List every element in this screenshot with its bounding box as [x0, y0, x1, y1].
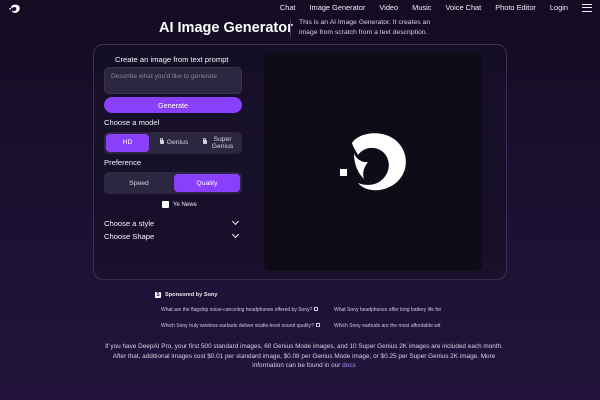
- sponsored-ad[interactable]: Which Sony truly wireless earbuds delive…: [161, 323, 321, 329]
- prompt-input[interactable]: [105, 68, 241, 93]
- model-option-hd[interactable]: HD: [106, 134, 149, 152]
- nav-video[interactable]: Video: [379, 3, 398, 12]
- ad-text: What are the flagship noise-canceling he…: [161, 307, 313, 313]
- lock-icon: [202, 137, 207, 144]
- sponsor-icon: S: [155, 292, 161, 298]
- sponsored-ad[interactable]: What Sony headphones offer long battery …: [334, 307, 444, 313]
- chevron-down-icon: [231, 217, 240, 226]
- preference-selector: Speed Quality: [104, 172, 242, 194]
- ad-text: What Sony headphones offer long battery …: [334, 307, 442, 313]
- sponsored-ad[interactable]: Which Sony earbuds are the most affordab…: [334, 323, 444, 329]
- external-link-icon: [315, 323, 320, 327]
- ad-text: Which Sony truly wireless earbuds delive…: [161, 323, 314, 329]
- deepai-logo-icon[interactable]: [9, 4, 21, 14]
- ye-newe-checkbox[interactable]: [162, 201, 169, 208]
- hamburger-menu-icon[interactable]: [582, 3, 592, 12]
- ye-newe-row: Ye Newe: [162, 201, 197, 208]
- preference-heading: Preference: [104, 158, 142, 167]
- prompt-heading: Create an image from text prompt: [115, 55, 229, 64]
- page-title: AI Image Generator: [159, 20, 293, 36]
- nav-photo-editor[interactable]: Photo Editor: [495, 3, 536, 12]
- model-option-genius[interactable]: Genius: [153, 134, 195, 152]
- page-subtitle: This is an AI Image Generator. It create…: [299, 19, 431, 36]
- nav-chat[interactable]: Chat: [280, 3, 296, 12]
- title-divider: [290, 19, 291, 37]
- ad-text: Which Sony earbuds are the most affordab…: [334, 323, 441, 329]
- model-option-label: HD: [122, 139, 133, 147]
- model-option-label: Super Genius: [211, 135, 234, 151]
- pricing-info: If you have DeepAI Pro, your first 500 s…: [98, 342, 510, 371]
- deepai-logo-icon: [340, 133, 406, 191]
- sponsored-heading: S Sponsored by Sony: [155, 292, 218, 298]
- external-link-icon: [314, 307, 319, 311]
- nav-music[interactable]: Music: [412, 3, 431, 12]
- prompt-box: [104, 67, 242, 94]
- model-option-super-genius[interactable]: Super Genius: [198, 134, 240, 152]
- style-label: Choose a style: [104, 218, 155, 228]
- preference-option-quality[interactable]: Quality: [174, 174, 240, 192]
- model-heading: Choose a model: [104, 118, 160, 127]
- nav-login[interactable]: Login: [550, 3, 568, 12]
- lock-icon: [159, 137, 164, 144]
- choose-style-dropdown[interactable]: Choose a style: [104, 217, 240, 229]
- choose-shape-dropdown[interactable]: Choose Shape: [104, 230, 240, 242]
- nav-image-generator[interactable]: Image Generator: [310, 3, 366, 12]
- sponsored-ad[interactable]: What are the flagship noise-canceling he…: [161, 307, 321, 313]
- generate-button[interactable]: Generate: [104, 97, 242, 113]
- top-nav: Chat Image Generator Video Music Voice C…: [0, 0, 600, 18]
- model-selector: HD Genius Super Genius: [104, 132, 242, 154]
- sponsored-label: Sponsored by Sony: [165, 292, 218, 298]
- pricing-text: If you have DeepAI Pro, your first 500 s…: [105, 343, 503, 369]
- preference-option-speed[interactable]: Speed: [106, 174, 172, 192]
- model-option-label: Genius: [166, 139, 189, 147]
- docs-link[interactable]: docs: [342, 362, 356, 369]
- nav-voice-chat[interactable]: Voice Chat: [445, 3, 481, 12]
- shape-label: Choose Shape: [104, 231, 155, 241]
- chevron-down-icon: [231, 230, 240, 239]
- checkbox-label: Ye Newe: [173, 201, 197, 208]
